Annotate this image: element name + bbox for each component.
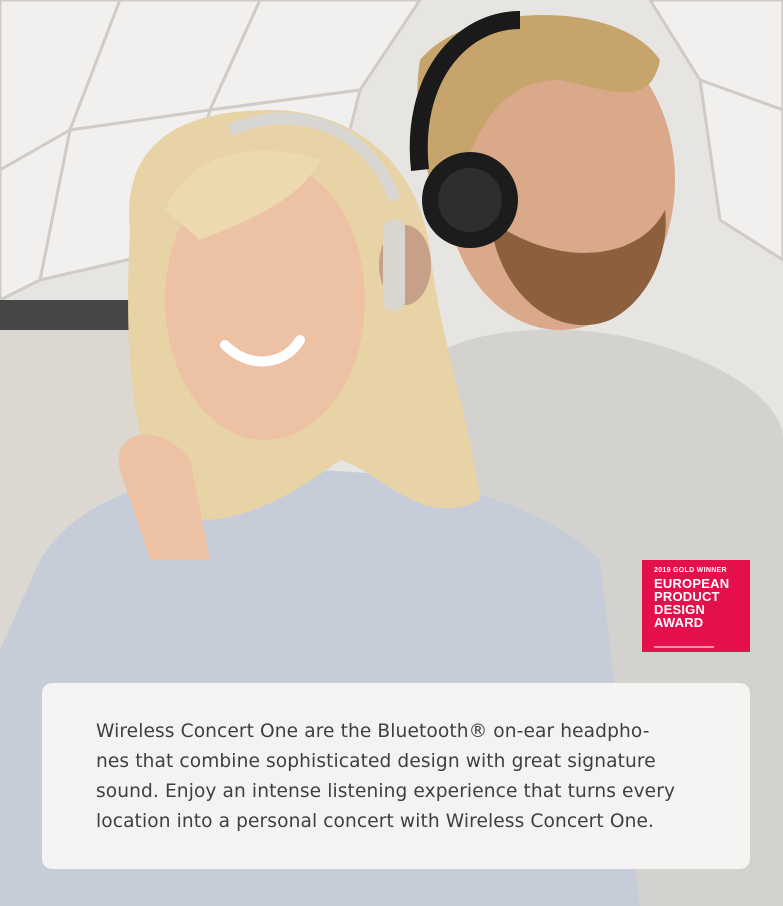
caption-text: Wireless Concert One are the Bluetooth® … xyxy=(96,717,696,837)
award-kicker: 2019 GOLD WINNER xyxy=(654,567,727,574)
award-line-4: AWARD xyxy=(654,615,704,630)
caption-card: Wireless Concert One are the Bluetooth® … xyxy=(42,683,750,869)
caption-line-1: Wireless Concert One are the Bluetooth® … xyxy=(96,721,650,742)
hero-section: 2019 GOLD WINNER EUROPEAN PRODUCT DESIGN… xyxy=(0,0,783,906)
caption-line-2: nes that combine sophisticated design wi… xyxy=(96,751,656,772)
award-footer-rule xyxy=(654,646,714,648)
caption-line-4: location into a personal concert with Wi… xyxy=(96,811,655,832)
design-award-badge: 2019 GOLD WINNER EUROPEAN PRODUCT DESIGN… xyxy=(642,560,750,652)
caption-line-3: sound. Enjoy an intense listening experi… xyxy=(96,781,676,802)
